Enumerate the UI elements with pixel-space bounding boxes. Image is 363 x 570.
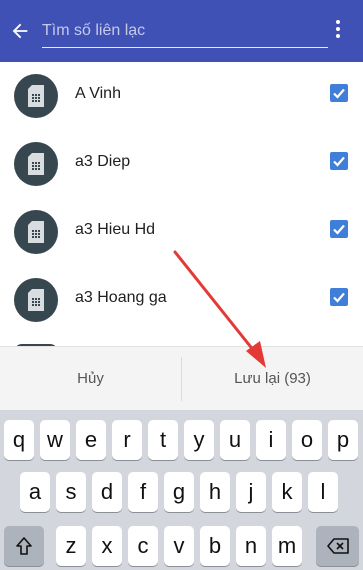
check-icon <box>333 292 345 303</box>
key-b[interactable]: b <box>200 526 230 566</box>
key-p[interactable]: p <box>328 420 358 460</box>
key-h[interactable]: h <box>200 472 230 512</box>
contact-name: a3 Hieu Hd <box>75 221 156 238</box>
key-e[interactable]: e <box>76 420 106 460</box>
key-v[interactable]: v <box>164 526 194 566</box>
sim-card-icon <box>28 85 44 107</box>
key-c[interactable]: c <box>128 526 158 566</box>
contact-name: a3 Hoang ga <box>75 289 167 306</box>
key-w[interactable]: w <box>40 420 70 460</box>
contact-avatar <box>14 142 58 186</box>
contact-avatar <box>14 210 58 254</box>
backspace-icon <box>326 538 349 554</box>
more-vert-icon[interactable] <box>330 20 346 42</box>
key-x[interactable]: x <box>92 526 122 566</box>
key-g[interactable]: g <box>164 472 194 512</box>
search-input[interactable] <box>42 20 322 42</box>
contact-list: A Vinh a3 Diep a3 Hieu Hd a3 Hoang ga <box>0 62 363 346</box>
key-a[interactable]: a <box>20 472 50 512</box>
key-k[interactable]: k <box>272 472 302 512</box>
check-icon <box>333 156 345 167</box>
contact-checkbox[interactable] <box>330 288 348 306</box>
sim-card-icon <box>28 289 44 311</box>
key-l[interactable]: l <box>308 472 338 512</box>
key-s[interactable]: s <box>56 472 86 512</box>
key-i[interactable]: i <box>256 420 286 460</box>
contact-row[interactable]: A Vinh <box>0 62 363 130</box>
key-z[interactable]: z <box>56 526 86 566</box>
contact-row[interactable]: a3 Hoang ga <box>0 266 363 334</box>
action-bar: Hủy Lưu lại (93) <box>0 346 363 410</box>
sim-card-icon <box>28 221 44 243</box>
backspace-key[interactable] <box>316 526 359 566</box>
contact-name: a3 Diep <box>75 153 131 170</box>
key-n[interactable]: n <box>236 526 266 566</box>
contact-checkbox[interactable] <box>330 220 348 238</box>
contact-row[interactable]: a3 Hieu Hd <box>0 198 363 266</box>
key-r[interactable]: r <box>112 420 142 460</box>
check-icon <box>333 224 345 235</box>
key-q[interactable]: q <box>4 420 34 460</box>
key-o[interactable]: o <box>292 420 322 460</box>
contact-checkbox[interactable] <box>330 152 348 170</box>
save-button[interactable]: Lưu lại (93) <box>182 347 363 411</box>
contact-avatar <box>14 278 58 322</box>
shift-icon <box>16 537 32 555</box>
contact-checkbox[interactable] <box>330 84 348 102</box>
onscreen-keyboard: q w e r t y u i o p a s d f g h j k l z … <box>0 410 363 570</box>
contact-row[interactable]: a3 Diep <box>0 130 363 198</box>
key-u[interactable]: u <box>220 420 250 460</box>
key-j[interactable]: j <box>236 472 266 512</box>
app-bar <box>0 0 363 62</box>
check-icon <box>333 88 345 99</box>
key-m[interactable]: m <box>272 526 302 566</box>
key-t[interactable]: t <box>148 420 178 460</box>
key-d[interactable]: d <box>92 472 122 512</box>
sim-card-icon <box>28 153 44 175</box>
shift-key[interactable] <box>4 526 44 566</box>
search-field[interactable] <box>42 14 328 48</box>
key-y[interactable]: y <box>184 420 214 460</box>
contact-name: A Vinh <box>75 85 121 102</box>
key-f[interactable]: f <box>128 472 158 512</box>
arrow-left-icon[interactable] <box>9 20 31 42</box>
contact-avatar <box>14 74 58 118</box>
cancel-button[interactable]: Hủy <box>0 347 181 411</box>
